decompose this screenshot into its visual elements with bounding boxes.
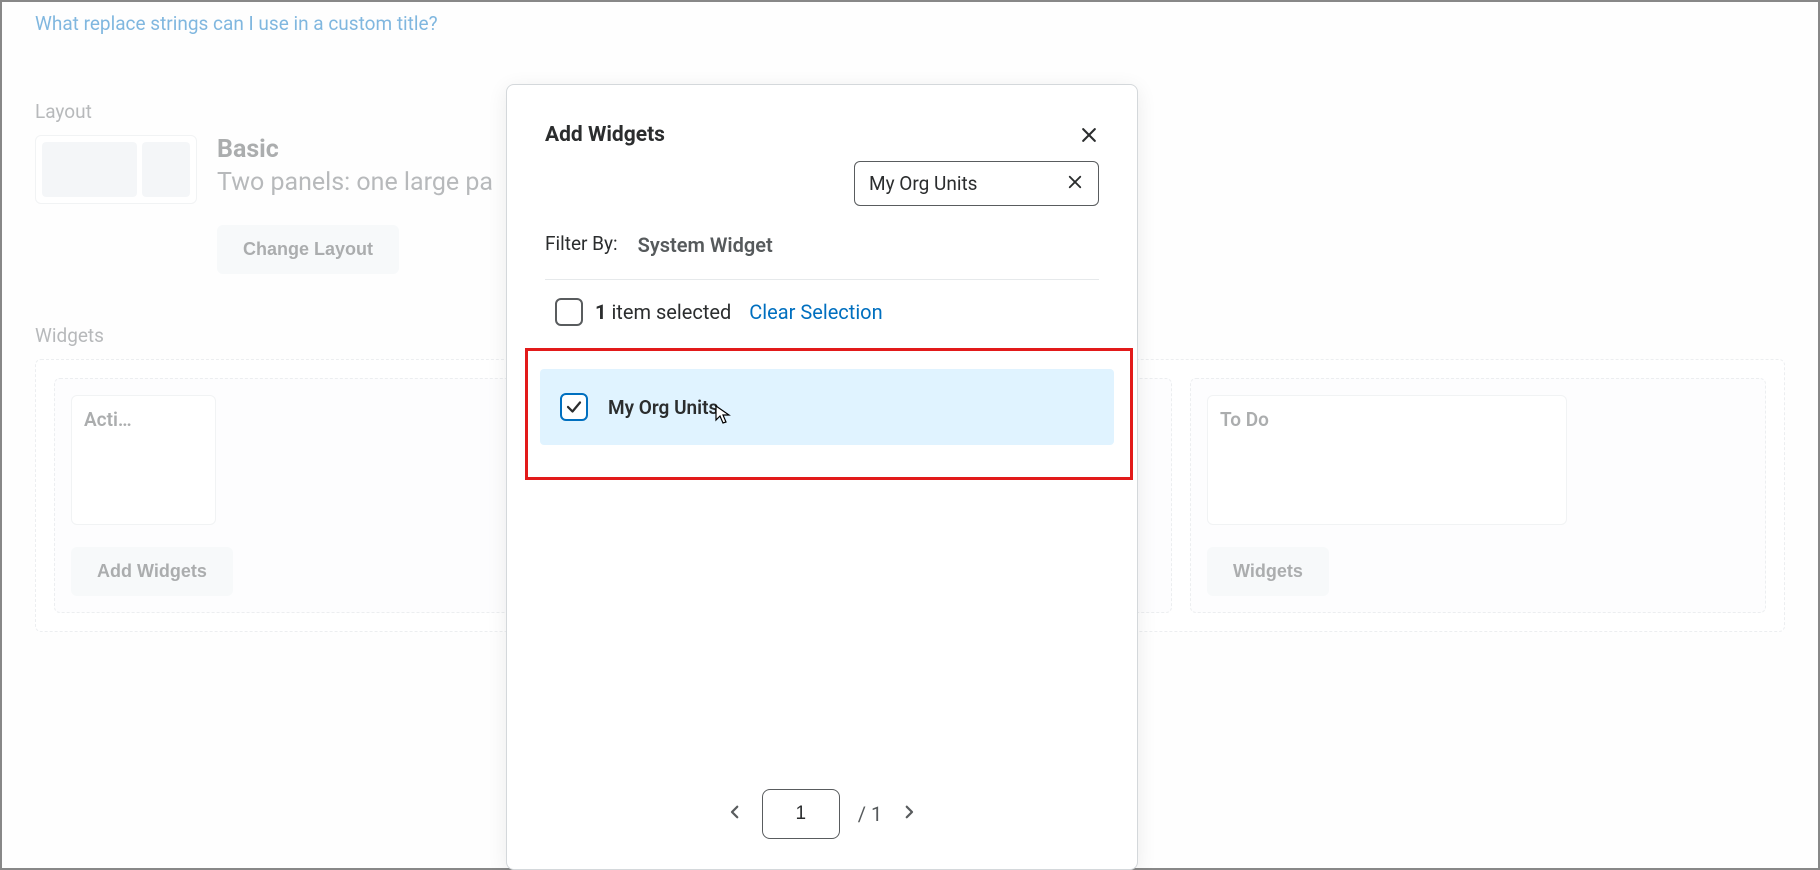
result-highlight: My Org Units: [525, 348, 1133, 480]
search-value: My Org Units: [869, 172, 977, 195]
cursor-icon: [715, 405, 731, 429]
result-checkbox[interactable]: [560, 393, 588, 421]
modal-title: Add Widgets: [545, 123, 665, 147]
prev-page-icon[interactable]: [726, 803, 744, 825]
add-widgets-modal: Add Widgets My Org Units Filter By: Syst…: [506, 84, 1138, 870]
pager: / 1: [507, 789, 1137, 869]
filter-by-label: Filter By:: [545, 232, 618, 255]
clear-selection-link[interactable]: Clear Selection: [749, 300, 882, 324]
page-input[interactable]: [762, 789, 840, 839]
next-page-icon[interactable]: [900, 803, 918, 825]
widget-result-row[interactable]: My Org Units: [540, 369, 1114, 445]
result-label: My Org Units: [608, 396, 718, 419]
selection-count: 1 item selected: [595, 300, 731, 324]
select-all-checkbox[interactable]: [555, 298, 583, 326]
page-total: / 1: [858, 802, 882, 826]
filter-value[interactable]: System Widget: [638, 233, 773, 257]
close-icon[interactable]: [1079, 125, 1099, 149]
clear-search-icon[interactable]: [1066, 173, 1084, 195]
search-input[interactable]: My Org Units: [854, 161, 1099, 206]
